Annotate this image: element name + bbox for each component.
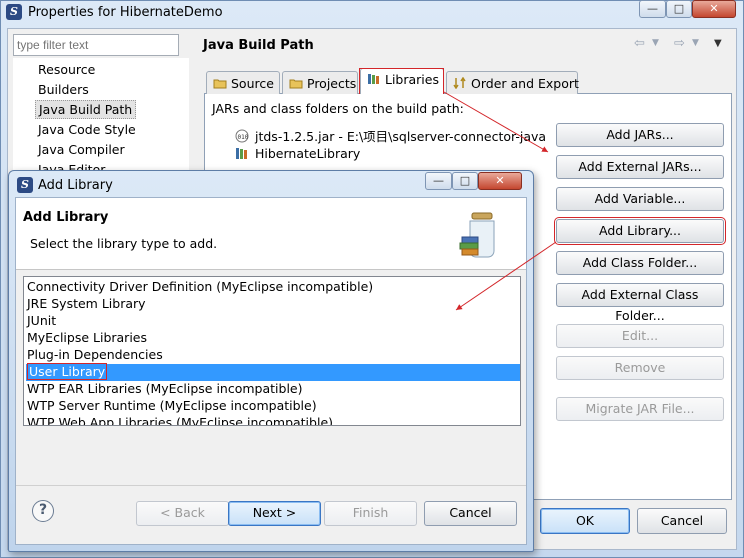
preference-tree: Resource Builders Java Build Path Java C… (13, 58, 189, 178)
add-external-class-folder-button[interactable]: Add External Class Folder... (556, 283, 724, 323)
back-arrow-icon[interactable]: ⇦ (634, 36, 645, 51)
finish-button[interactable]: Finish (324, 501, 417, 526)
forward-arrow-icon[interactable]: ⇨ (674, 36, 685, 51)
dialog-separator (16, 485, 526, 486)
tab-source[interactable]: Source (206, 71, 280, 94)
dialog-title: Add Library (38, 178, 113, 193)
library-type-list: Connectivity Driver Definition (MyEclips… (23, 276, 521, 426)
help-icon[interactable]: ? (32, 500, 54, 522)
back-dropdown-icon[interactable]: ▼ (652, 38, 659, 48)
jar-row-label: HibernateLibrary (255, 146, 361, 161)
jar-row-hibernate-library[interactable]: HibernateLibrary (235, 146, 360, 161)
forward-dropdown-icon[interactable]: ▼ (692, 38, 699, 48)
list-item[interactable]: JRE System Library (26, 296, 520, 313)
panel-title: Java Build Path (203, 38, 314, 53)
migrate-jar-button[interactable]: Migrate JAR File... (556, 397, 724, 421)
tab-order-export[interactable]: Order and Export (446, 71, 579, 94)
add-external-jars-button[interactable]: Add External JARs... (556, 155, 724, 179)
tree-item-java-compiler[interactable]: Java Compiler (35, 141, 128, 158)
list-item[interactable]: Connectivity Driver Definition (MyEclips… (26, 279, 520, 296)
eclipse-app-icon: S (6, 4, 22, 20)
list-item[interactable]: Plug-in Dependencies (26, 347, 520, 364)
maximize-button[interactable]: □ (666, 0, 692, 18)
user-library-label: User Library (27, 363, 108, 380)
dialog-minimize-button[interactable]: — (425, 172, 452, 190)
tab-order-export-label: Order and Export (471, 76, 579, 91)
dialog-close-button[interactable]: ✕ (478, 172, 522, 190)
tree-item-resource[interactable]: Resource (35, 61, 98, 78)
tree-item-java-code-style[interactable]: Java Code Style (35, 121, 139, 138)
edit-button[interactable]: Edit... (556, 324, 724, 348)
back-button[interactable]: < Back (136, 501, 229, 526)
add-library-button[interactable]: Add Library... (554, 217, 726, 245)
svg-text:010: 010 (238, 134, 249, 141)
list-item[interactable]: WTP EAR Libraries (MyEclipse incompatibl… (26, 381, 520, 398)
source-folder-icon (213, 77, 227, 89)
jar-row-label: jtds-1.2.5.jar - E:\项目\sqlserver-connect… (255, 129, 547, 144)
tree-item-builders[interactable]: Builders (35, 81, 92, 98)
add-variable-button[interactable]: Add Variable... (556, 187, 724, 211)
tree-item-java-build-path[interactable]: Java Build Path (35, 100, 137, 119)
libraries-tab-highlight (359, 68, 444, 95)
dialog-cancel-button[interactable]: Cancel (424, 501, 517, 526)
list-item[interactable]: WTP Server Runtime (MyEclipse incompatib… (26, 398, 520, 415)
jar-row-jtds[interactable]: 010 jtds-1.2.5.jar - E:\项目\sqlserver-conn… (235, 126, 546, 145)
window-title: Properties for HibernateDemo (28, 5, 223, 20)
close-button[interactable]: ✕ (692, 0, 736, 18)
ok-button[interactable]: OK (540, 508, 630, 534)
next-button[interactable]: Next > (228, 501, 321, 526)
list-item[interactable]: WTP Web App Libraries (MyEclipse incompa… (26, 415, 520, 425)
eclipse-app-icon: S (17, 177, 33, 193)
properties-cancel-button[interactable]: Cancel (637, 508, 727, 534)
library-icon (235, 146, 249, 160)
dialog-maximize-button[interactable]: □ (452, 172, 478, 190)
list-item-user-library[interactable]: User Library (26, 363, 520, 381)
filter-input[interactable] (13, 34, 179, 56)
dialog-description: Select the library type to add. (30, 236, 218, 251)
add-class-folder-button[interactable]: Add Class Folder... (556, 251, 724, 275)
dialog-banner (16, 198, 526, 270)
add-jars-button[interactable]: Add JARs... (556, 123, 724, 147)
jar-icon: 010 (235, 129, 249, 143)
projects-folder-icon (289, 77, 303, 89)
dialog-heading: Add Library (23, 210, 109, 225)
view-menu-icon[interactable]: ▼ (714, 38, 722, 49)
order-export-icon (453, 76, 467, 90)
tab-projects-label: Projects (307, 76, 357, 91)
jars-label: JARs and class folders on the build path… (212, 101, 464, 116)
minimize-button[interactable]: — (639, 0, 666, 18)
tab-projects[interactable]: Projects (282, 71, 358, 94)
list-item[interactable]: MyEclipse Libraries (26, 330, 520, 347)
tab-source-label: Source (231, 76, 274, 91)
list-item[interactable]: JUnit (26, 313, 520, 330)
tab-strip: Source Projects Libraries Order and Expo… (204, 68, 732, 95)
library-jar-books-icon (458, 211, 504, 259)
remove-button[interactable]: Remove (556, 356, 724, 380)
